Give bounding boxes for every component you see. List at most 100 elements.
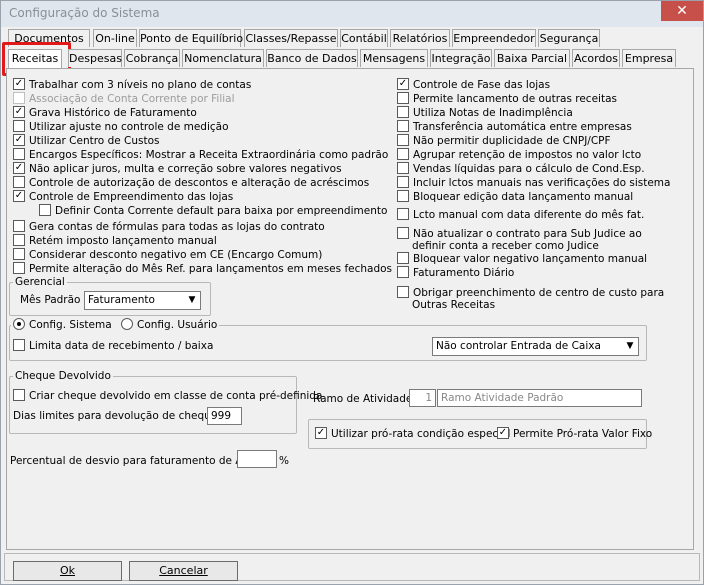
right-option-label: Não permitir duplicidade de CNPJ/CPF <box>413 135 611 147</box>
tab-despesas[interactable]: Despesas <box>68 49 122 67</box>
right-option-1[interactable]: Permite lancamento de outras receitas <box>397 92 617 106</box>
left-option-12[interactable]: Considerar desconto negativo em CE (Enca… <box>13 248 322 262</box>
left-option-checkbox[interactable] <box>39 204 51 216</box>
right-option-checkbox[interactable] <box>397 148 409 160</box>
left-option-label: Trabalhar com 3 níveis no plano de conta… <box>29 79 252 91</box>
right-option-label: Controle de Fase das lojas <box>413 79 551 91</box>
dias-limites-input[interactable]: 999 <box>207 407 242 425</box>
tab-ponto-equilibrio[interactable]: Ponto de Equilíbrio <box>139 29 243 47</box>
prorata-especial-option[interactable]: Utilizar pró-rata condição especial <box>315 427 510 441</box>
tab-empreendedor[interactable]: Empreendedor <box>452 29 536 47</box>
right-option-3[interactable]: Transferência automática entre empresas <box>397 120 632 134</box>
right-option-checkbox[interactable] <box>397 227 409 239</box>
right-option-checkbox[interactable] <box>397 252 409 264</box>
right-option-label-cont: definir conta a receber como Judice <box>412 240 599 252</box>
left-option-checkbox[interactable] <box>13 220 25 232</box>
tab-banco-dados[interactable]: Banco de Dados <box>266 49 358 67</box>
prorata-especial-checkbox[interactable] <box>315 427 327 439</box>
left-option-0[interactable]: Trabalhar com 3 níveis no plano de conta… <box>13 78 251 92</box>
left-option-7[interactable]: Controle de autorização de descontos e a… <box>13 176 369 190</box>
tab-acordos[interactable]: Acordos <box>572 49 620 67</box>
radio-config-sistema[interactable] <box>13 318 25 330</box>
left-option-4[interactable]: Utilizar Centro de Custos <box>13 134 160 148</box>
left-option-10[interactable]: Gera contas de fórmulas para todas as lo… <box>13 220 325 234</box>
left-option-checkbox[interactable] <box>13 106 25 118</box>
radio-config-usuario[interactable] <box>121 318 134 330</box>
cancel-label: Cancelar <box>159 564 208 577</box>
ok-button[interactable]: Ok <box>13 561 122 581</box>
right-option-checkbox[interactable] <box>397 176 409 188</box>
left-option-checkbox[interactable] <box>13 162 25 174</box>
left-option-label: Controle de autorização de descontos e a… <box>29 177 370 189</box>
right-option-5[interactable]: Agrupar retenção de impostos no valor lc… <box>397 148 641 162</box>
left-option-11[interactable]: Retém imposto lançamento manual <box>13 234 217 248</box>
right-option-0[interactable]: Controle de Fase das lojas <box>397 78 550 92</box>
criar-cheque-checkbox[interactable] <box>13 389 25 401</box>
limita-data-option[interactable]: Limita data de recebimento / baixa <box>13 339 213 353</box>
right-option-checkbox[interactable] <box>397 208 409 220</box>
right-option-checkbox[interactable] <box>397 190 409 202</box>
left-option-5[interactable]: Encargos Específicos: Mostrar a Receita … <box>13 148 388 162</box>
tab-seguranca[interactable]: Segurança <box>538 29 600 47</box>
right-option-8[interactable]: Bloquear edição data lançamento manual <box>397 190 633 204</box>
right-option-4[interactable]: Não permitir duplicidade de CNPJ/CPF <box>397 134 611 148</box>
tab-classes-repasse[interactable]: Classes/Repasse <box>244 29 338 47</box>
tab-contabil[interactable]: Contábil <box>340 29 388 47</box>
right-option-2[interactable]: Utiliza Notas de Inadimplência <box>397 106 573 120</box>
left-option-checkbox[interactable] <box>13 262 25 274</box>
right-option-checkbox[interactable] <box>397 266 409 278</box>
cancel-button[interactable]: Cancelar <box>129 561 238 581</box>
right-option-checkbox[interactable] <box>397 120 409 132</box>
right-option-11[interactable]: Bloquear valor negativo lançamento manua… <box>397 252 647 266</box>
tab-baixa-parcial[interactable]: Baixa Parcial <box>494 49 570 67</box>
tab-mensagens[interactable]: Mensagens <box>360 49 428 67</box>
right-option-checkbox[interactable] <box>397 286 409 298</box>
right-option-9[interactable]: Lcto manual com data diferente do mês fa… <box>397 208 644 222</box>
left-option-checkbox[interactable] <box>13 78 25 90</box>
right-option-checkbox[interactable] <box>397 106 409 118</box>
chevron-down-icon: ▼ <box>626 341 634 351</box>
amm-unit: % <box>279 455 289 467</box>
window-title: Configuração do Sistema <box>9 6 160 20</box>
tab-online[interactable]: On-line <box>93 29 137 47</box>
right-option-checkbox[interactable] <box>397 162 409 174</box>
limita-data-checkbox[interactable] <box>13 339 25 351</box>
left-option-checkbox[interactable] <box>13 134 25 146</box>
right-option-checkbox[interactable] <box>397 92 409 104</box>
left-option-checkbox[interactable] <box>13 190 25 202</box>
tab-nomenclatura[interactable]: Nomenclatura <box>182 49 264 67</box>
right-option-label: Vendas líquidas para o cálculo de Cond.E… <box>413 163 645 175</box>
left-option-13[interactable]: Permite alteração do Mês Ref. para lança… <box>13 262 392 276</box>
caixa-value: Não controlar Entrada de Caixa <box>436 340 601 352</box>
right-option-12[interactable]: Faturamento Diário <box>397 266 514 280</box>
close-button[interactable]: ✕ <box>661 1 703 21</box>
left-option-checkbox[interactable] <box>13 234 25 246</box>
left-option-checkbox[interactable] <box>13 148 25 160</box>
tab-relatorios[interactable]: Relatórios <box>390 29 450 47</box>
right-option-6[interactable]: Vendas líquidas para o cálculo de Cond.E… <box>397 162 645 176</box>
right-option-7[interactable]: Incluir lctos manuais nas verificações d… <box>397 176 670 190</box>
right-option-checkbox[interactable] <box>397 134 409 146</box>
left-option-checkbox[interactable] <box>13 248 25 260</box>
right-option-label-cont: Outras Receitas <box>412 299 496 311</box>
left-option-checkbox <box>13 92 25 104</box>
left-option-checkbox[interactable] <box>13 176 25 188</box>
prorata-fixo-option[interactable]: Permite Pró-rata Valor Fixo <box>497 427 652 441</box>
tab-integracao[interactable]: Integração <box>430 49 492 67</box>
left-option-checkbox[interactable] <box>13 120 25 132</box>
tab-cobranca[interactable]: Cobrança <box>124 49 180 67</box>
amm-input[interactable] <box>237 450 277 468</box>
mes-padrao-select[interactable]: Faturamento ▼ <box>84 291 201 310</box>
caixa-select[interactable]: Não controlar Entrada de Caixa ▼ <box>432 337 639 356</box>
tab-empresa[interactable]: Empresa <box>622 49 676 67</box>
prorata-fixo-checkbox[interactable] <box>497 427 509 439</box>
right-option-checkbox[interactable] <box>397 78 409 90</box>
ramo-code-input[interactable]: 1 <box>409 389 436 407</box>
left-option-9[interactable]: Definir Conta Corrente default para baix… <box>39 204 387 218</box>
left-option-2[interactable]: Grava Histórico de Faturamento <box>13 106 197 120</box>
left-option-6[interactable]: Não aplicar juros, multa e correção sobr… <box>13 162 342 176</box>
left-option-8[interactable]: Controle de Empreendimento das lojas <box>13 190 233 204</box>
ramo-value-input[interactable]: Ramo Atividade Padrão <box>437 389 642 407</box>
criar-cheque-option[interactable]: Criar cheque devolvido em classe de cont… <box>13 389 322 403</box>
left-option-3[interactable]: Utilizar ajuste no controle de medição <box>13 120 229 134</box>
